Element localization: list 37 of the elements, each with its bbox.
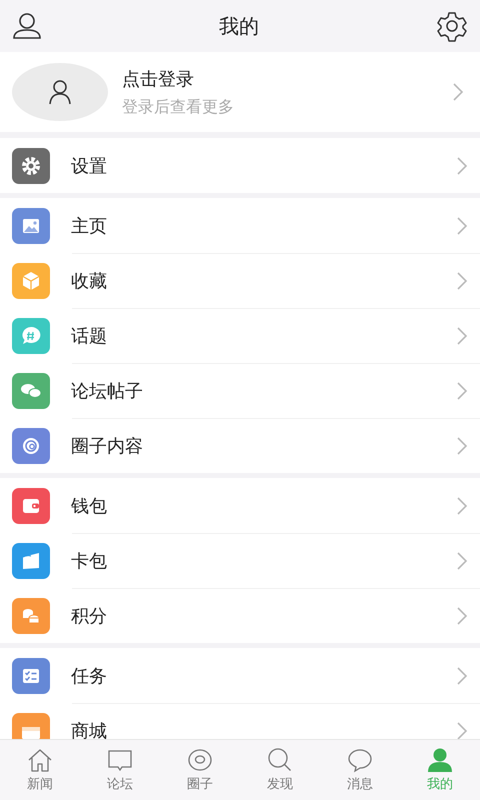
chevron-icon	[456, 496, 468, 516]
page-title: 我的	[219, 12, 259, 40]
chevron-icon	[456, 326, 468, 346]
menu-item[interactable]: 话题	[0, 308, 480, 363]
menu-item[interactable]: 积分	[0, 588, 480, 643]
menu-item[interactable]: 收藏	[0, 253, 480, 308]
home-icon	[26, 747, 54, 773]
speech-bubble-icon	[346, 747, 374, 773]
chevron-icon	[456, 550, 468, 570]
chevron-icon	[456, 380, 468, 400]
menu-item[interactable]: 卡包	[0, 533, 480, 588]
chevron-icon	[456, 156, 468, 176]
tab[interactable]: 新闻	[0, 740, 80, 800]
login-hint: 登录后查看更多	[122, 96, 234, 118]
chevron-icon	[456, 666, 468, 686]
circle-chat-icon	[186, 747, 214, 773]
chevron-icon	[456, 720, 468, 739]
chevron-icon	[456, 270, 468, 290]
menu-item[interactable]: 圈子内容	[0, 418, 480, 473]
menu-item[interactable]: 主页	[0, 198, 480, 253]
tab[interactable]: 圈子	[160, 740, 240, 800]
menu-item[interactable]: 任务	[0, 648, 480, 703]
tab[interactable]: 发现	[240, 740, 320, 800]
chevron-icon	[456, 436, 468, 456]
tab[interactable]: 论坛	[80, 740, 160, 800]
user-icon	[426, 747, 454, 773]
chevron-icon	[456, 216, 468, 236]
settings-icon[interactable]	[436, 10, 468, 42]
menu-item[interactable]: 商城	[0, 703, 480, 739]
chevron-icon	[456, 606, 468, 626]
menu-item[interactable]: 钱包	[0, 478, 480, 533]
tab[interactable]: 消息	[320, 740, 400, 800]
menu-item[interactable]: 论坛帖子	[0, 363, 480, 418]
menu-item[interactable]: 设置	[0, 138, 480, 193]
login-link[interactable]: 点击登录	[122, 66, 194, 90]
user-icon[interactable]	[12, 12, 42, 40]
chevron-icon	[452, 82, 464, 102]
